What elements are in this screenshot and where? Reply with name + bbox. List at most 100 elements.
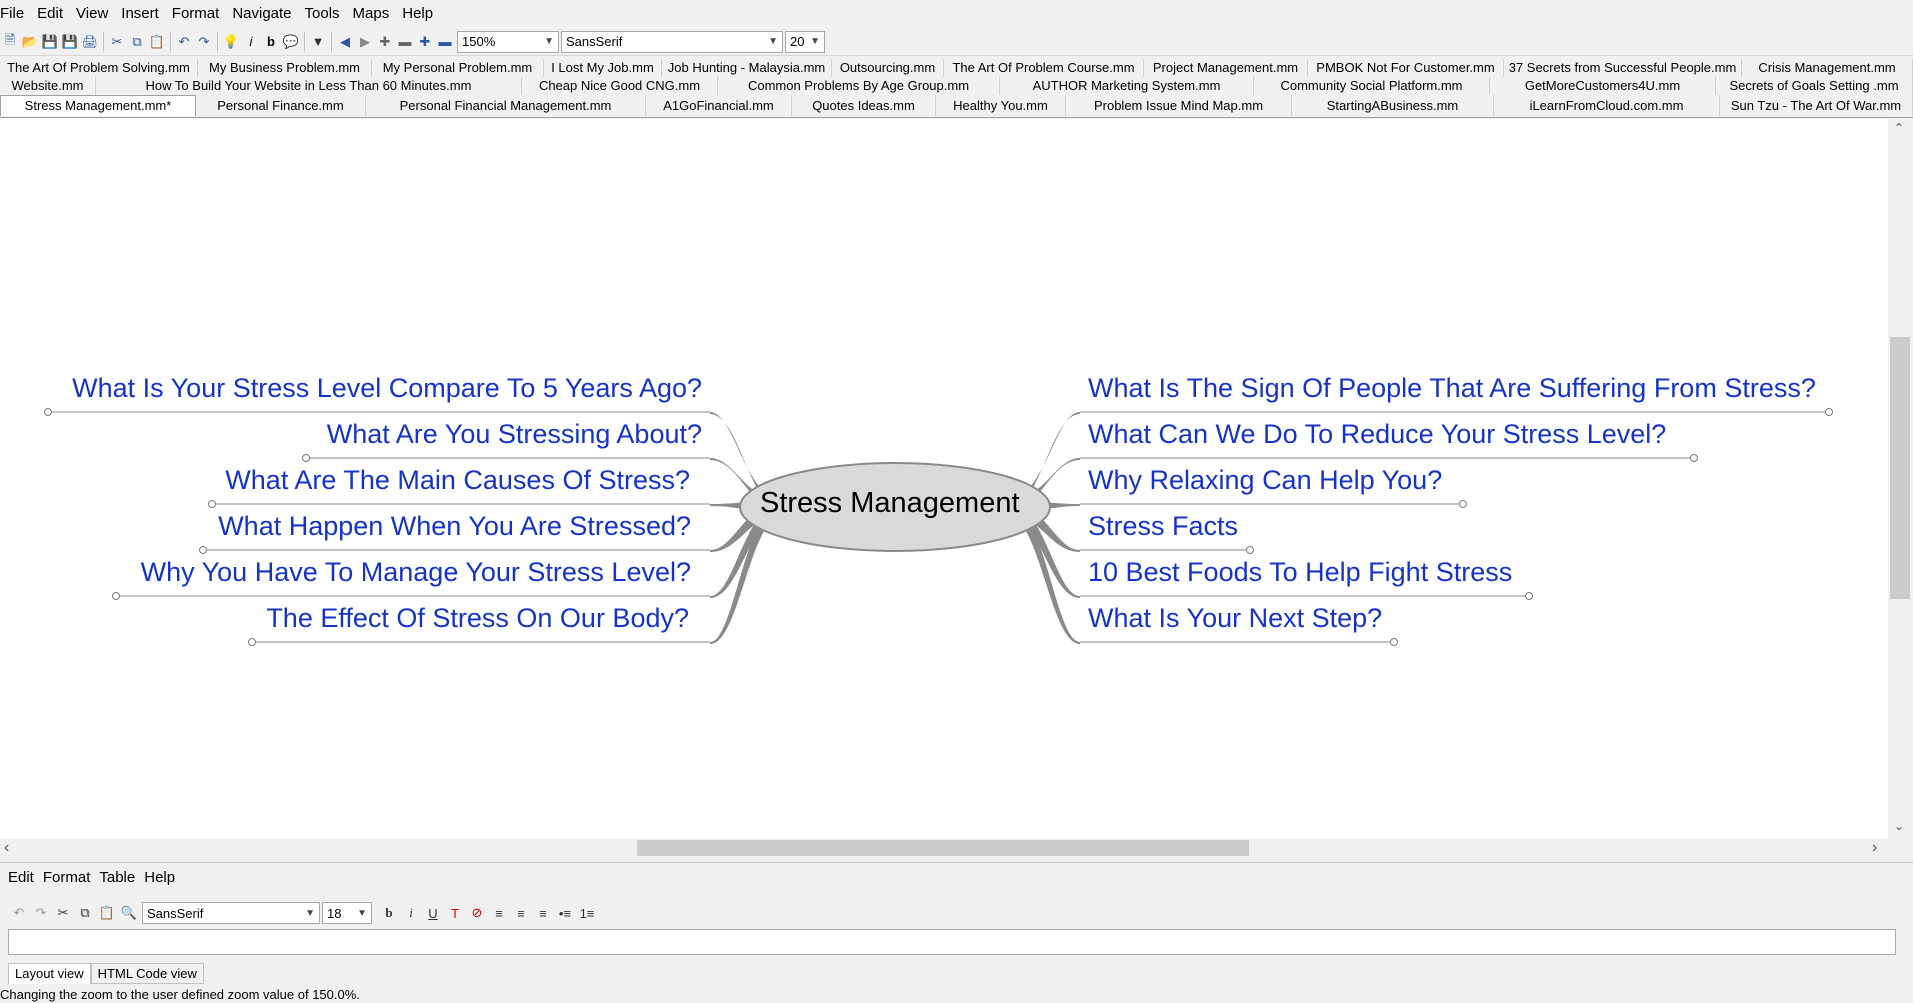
paste-icon[interactable]: 📋 [147,31,167,53]
right-node[interactable]: Why Relaxing Can Help You? [1088,464,1442,496]
filter-icon[interactable]: ▼ [308,31,328,53]
text-color-icon[interactable]: T [444,902,466,924]
left-node[interactable]: What Are The Main Causes Of Stress? [40,464,690,496]
align-right-icon[interactable]: ≡ [532,902,554,924]
tab-map[interactable]: PMBOK Not For Customer.mm [1308,59,1504,77]
editor-size-select[interactable]: 18 ▼ [322,902,372,924]
editor-menu-edit[interactable]: Edit [8,869,34,886]
copy-icon[interactable]: ⧉ [74,902,96,924]
mind-map-canvas[interactable]: What Is Your Stress Level Compare To 5 Y… [0,119,1888,838]
bold-icon[interactable]: b [378,902,400,924]
underline-icon[interactable]: U [422,902,444,924]
scroll-left-icon[interactable]: ‹ [4,838,9,858]
tab-map[interactable]: The Art Of Problem Solving.mm [0,59,198,77]
menu-format[interactable]: Format [166,0,227,27]
tab-map[interactable]: iLearnFromCloud.com.mm [1494,95,1720,116]
find-icon[interactable]: 🔍 [118,902,140,924]
editor-menu-help[interactable]: Help [144,869,175,886]
tab-map[interactable]: My Business Problem.mm [198,59,372,77]
tab-map[interactable]: Quotes Ideas.mm [792,95,936,116]
bold-icon[interactable]: b [261,31,281,53]
right-node[interactable]: What Is The Sign Of People That Are Suff… [1088,372,1816,404]
back-arrow-icon[interactable]: ◀ [335,31,355,53]
vertical-scrollbar[interactable]: ⌃ ⌄ [1888,119,1913,838]
forward-arrow-icon[interactable]: ▶ [355,31,375,53]
left-node[interactable]: What Are You Stressing About? [40,418,702,450]
undo-icon[interactable]: ↶ [174,31,194,53]
menu-navigate[interactable]: Navigate [226,0,298,27]
tab-map[interactable]: Personal Financial Management.mm [366,95,646,116]
add-node-icon[interactable]: ✚ [375,31,395,53]
menu-insert[interactable]: Insert [115,0,166,27]
align-center-icon[interactable]: ≡ [510,902,532,924]
root-node-label[interactable]: Stress Management [760,487,1020,520]
editor-font-select[interactable]: SansSerif ▼ [142,902,320,924]
zoom-out-icon[interactable]: ▬ [435,31,455,53]
tab-map[interactable]: I Lost My Job.mm [544,59,662,77]
menu-file[interactable]: File [0,0,31,27]
save-icon[interactable]: 💾 [40,31,60,53]
menu-view[interactable]: View [70,0,115,27]
align-left-icon[interactable]: ≡ [488,902,510,924]
speech-bubble-icon[interactable]: 💬 [281,31,301,53]
left-node[interactable]: What Is Your Stress Level Compare To 5 Y… [40,372,702,404]
tab-html-code-view[interactable]: HTML Code view [90,963,204,984]
save-as-icon[interactable]: 💾 [60,31,80,53]
right-node[interactable]: 10 Best Foods To Help Fight Stress [1088,556,1512,588]
left-node[interactable]: Why You Have To Manage Your Stress Level… [40,556,691,588]
tab-map[interactable]: Common Problems By Age Group.mm [718,77,1000,95]
cut-icon[interactable]: ✂ [52,902,74,924]
redo-icon[interactable]: ↷ [30,902,52,924]
left-node[interactable]: What Happen When You Are Stressed? [40,510,691,542]
tab-map[interactable]: Personal Finance.mm [196,95,366,116]
right-node[interactable]: What Can We Do To Reduce Your Stress Lev… [1088,418,1666,450]
font-size-select[interactable]: 20 ▼ [785,30,825,53]
tab-map[interactable]: Project Management.mm [1144,59,1308,77]
menu-tools[interactable]: Tools [299,0,347,27]
clear-format-icon[interactable]: ⊘ [466,902,488,924]
tab-map[interactable]: AUTHOR Marketing System.mm [1000,77,1254,95]
bullet-list-icon[interactable]: •≡ [554,902,576,924]
right-node[interactable]: Stress Facts [1088,510,1238,542]
scroll-right-icon[interactable]: › [1872,838,1877,858]
editor-menu-table[interactable]: Table [99,869,135,886]
remove-node-icon[interactable]: ▬ [395,31,415,53]
copy-icon[interactable]: ⧉ [127,31,147,53]
undo-icon[interactable]: ↶ [8,902,30,924]
menu-edit[interactable]: Edit [31,0,70,27]
tab-map[interactable]: Job Hunting - Malaysia.mm [662,59,832,77]
redo-icon[interactable]: ↷ [194,31,214,53]
vertical-scroll-thumb[interactable] [1890,337,1910,599]
tab-map[interactable]: Outsourcing.mm [832,59,944,77]
tab-map[interactable]: Crisis Management.mm [1742,59,1913,77]
horizontal-scroll-thumb[interactable] [637,840,1249,856]
tab-map[interactable]: My Personal Problem.mm [372,59,544,77]
left-node[interactable]: The Effect Of Stress On Our Body? [40,602,689,634]
tab-map[interactable]: Secrets of Goals Setting .mm [1716,77,1913,95]
cut-icon[interactable]: ✂ [107,31,127,53]
font-select[interactable]: SansSerif ▼ [561,30,783,53]
italic-icon[interactable]: i [400,902,422,924]
tab-layout-view[interactable]: Layout view [8,963,91,984]
horizontal-scrollbar[interactable]: ‹ › [0,838,1888,858]
tab-map[interactable]: Problem Issue Mind Map.mm [1066,95,1292,116]
tab-map[interactable]: The Art Of Problem Course.mm [944,59,1144,77]
menu-help[interactable]: Help [396,0,440,27]
right-node[interactable]: What Is Your Next Step? [1088,602,1382,634]
open-file-icon[interactable]: 📂 [20,31,40,53]
lightbulb-icon[interactable]: 💡 [221,31,241,53]
zoom-select[interactable]: 150% ▼ [457,30,559,53]
numbered-list-icon[interactable]: 1≡ [576,902,598,924]
print-icon[interactable]: 🖨 [80,31,100,53]
paste-icon[interactable]: 📋 [96,902,118,924]
tab-map[interactable]: How To Build Your Website in Less Than 6… [96,77,522,95]
tab-map[interactable]: 37 Secrets from Successful People.mm [1504,59,1742,77]
tab-map[interactable]: GetMoreCustomers4U.mm [1490,77,1716,95]
tab-map[interactable]: Cheap Nice Good CNG.mm [522,77,718,95]
menu-maps[interactable]: Maps [347,0,397,27]
zoom-in-icon[interactable]: ✚ [415,31,435,53]
tab-map-active[interactable]: Stress Management.mm* [0,95,196,116]
new-file-icon[interactable]: 🗎 [0,31,20,53]
tab-map[interactable]: Healthy You.mm [936,95,1066,116]
tab-map[interactable]: Sun Tzu - The Art Of War.mm [1720,95,1913,116]
